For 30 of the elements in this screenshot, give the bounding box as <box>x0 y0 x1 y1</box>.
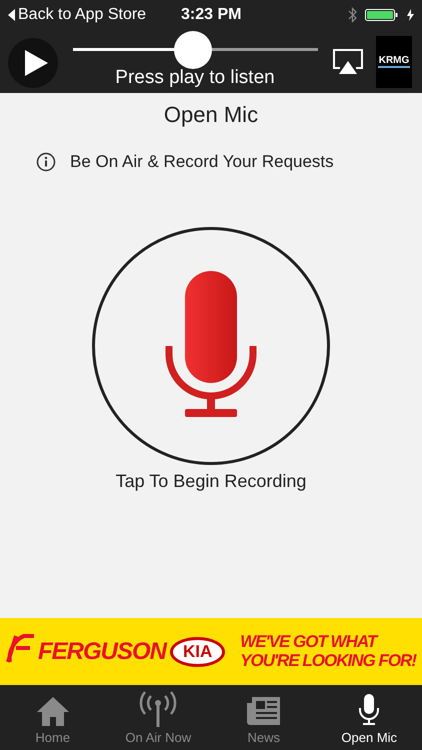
slider-thumb[interactable] <box>174 30 212 68</box>
slogan-line: YOU'RE LOOKING FOR! <box>240 652 416 670</box>
make-logo: KIA <box>170 636 226 666</box>
back-icon <box>8 9 15 21</box>
page-title: Open Mic <box>164 102 258 128</box>
ad-banner[interactable]: FERGUSON KIA WE'VE GOT WHAT YOU'RE LOOKING FOR! <box>0 618 422 685</box>
record-button[interactable] <box>92 227 330 465</box>
newspaper-icon <box>246 695 282 727</box>
slogan-line: WE'VE GOT WHAT <box>240 632 380 652</box>
tab[interactable]: Home <box>0 685 106 750</box>
station-logo: KRMG <box>376 36 412 88</box>
info-text: Be On Air & Record Your Requests <box>70 152 334 172</box>
microphone-icon <box>357 693 382 727</box>
tab[interactable]: Open Mic <box>316 685 422 750</box>
charging-icon <box>407 9 414 21</box>
info-icon <box>36 152 56 172</box>
brand-text: FERGUSON <box>38 638 166 666</box>
play-icon <box>23 48 49 76</box>
home-icon <box>34 695 71 727</box>
back-link[interactable]: Back to App Store <box>8 6 146 24</box>
bluetooth-icon <box>348 7 357 23</box>
play-button[interactable] <box>8 38 58 88</box>
battery-icon <box>365 8 399 22</box>
volume-slider[interactable] <box>72 30 318 68</box>
record-label: Tap To Begin Recording <box>116 471 306 492</box>
tab[interactable]: On Air Now <box>106 685 211 750</box>
airplay-icon[interactable] <box>332 48 364 76</box>
tab[interactable]: News <box>211 685 316 750</box>
player-caption: Press play to listen <box>115 66 275 88</box>
status-time: 3:23 PM <box>181 6 242 24</box>
